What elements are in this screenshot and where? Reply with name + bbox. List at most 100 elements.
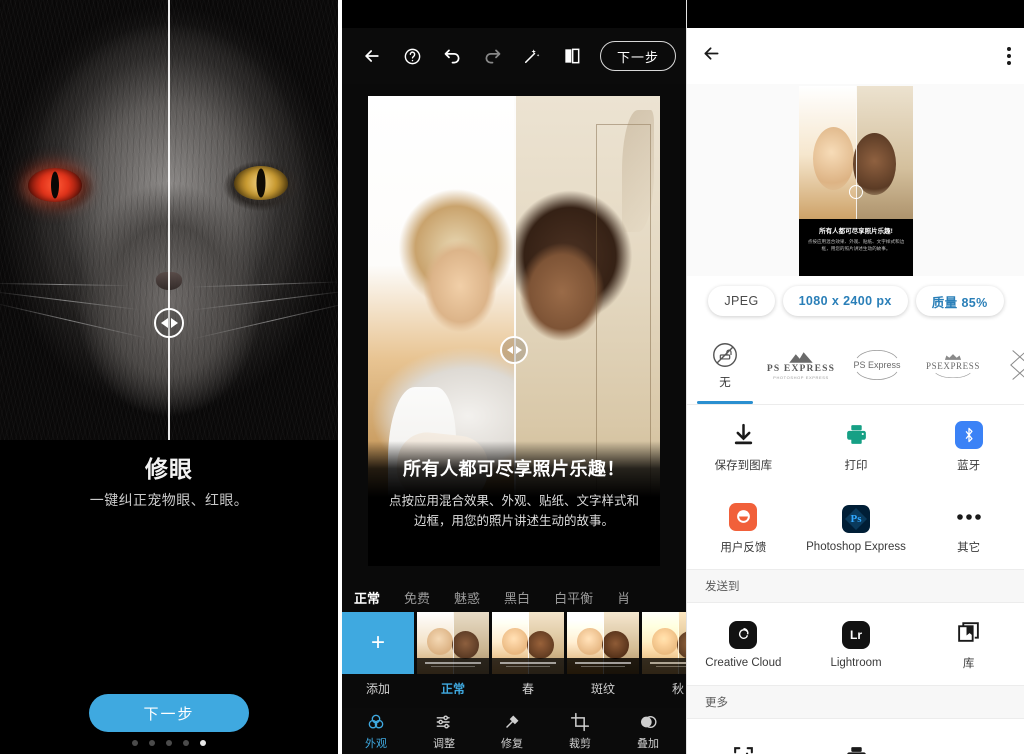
share-target-grid: 保存到图库 打印 蓝牙 用户反馈 Ps Photoshop Express 其它… — [687, 404, 1024, 754]
editor-bottom-nav: 外观 调整 修复 裁剪 叠加 文 — [342, 708, 686, 754]
right-arrow-icon — [515, 346, 522, 354]
nav-item-adjust[interactable]: 调整 — [410, 712, 478, 751]
preset-tile — [492, 612, 564, 674]
arc-badge-icon: PS Express — [853, 350, 901, 380]
share-save-to-gallery[interactable]: 保存到图库 — [687, 405, 800, 487]
panel-share: 所有人都可尽享照片乐趣! 点按应用混合效果、外观、贴纸、文字样式和边框，用您的照… — [686, 0, 1024, 754]
cat-before-after-image[interactable] — [0, 0, 338, 440]
more-other-target[interactable] — [912, 719, 1024, 754]
page-dot[interactable] — [166, 740, 172, 746]
tab-look-free[interactable]: 免费 — [404, 588, 446, 607]
preview-image — [799, 86, 913, 223]
thumbnail-label: 添加 — [365, 682, 390, 696]
more-print-target[interactable] — [800, 719, 913, 754]
status-bar — [342, 0, 686, 28]
watermark-option-none[interactable]: 无 — [687, 326, 763, 404]
editor-toolbar: 下一步 — [342, 28, 686, 84]
pupil — [51, 171, 59, 199]
preview-caption: 所有人都可尽享照片乐趣! 点按应用混合效果、外观、贴纸、文字样式和边框，用您的照… — [799, 219, 913, 276]
kebab-menu-icon[interactable] — [1007, 47, 1011, 65]
preset-tile — [642, 612, 686, 674]
share-row: 保存到图库 打印 蓝牙 — [687, 405, 1024, 487]
right-arrow-icon — [170, 318, 178, 328]
nav-item-heal[interactable]: 修复 — [478, 712, 546, 751]
chip-quality[interactable]: 质量 85% — [915, 286, 1004, 316]
watermark-label: PS EXPRESS — [766, 363, 836, 374]
send-to-label: Lightroom — [830, 656, 882, 669]
lightroom-icon: Lr — [841, 620, 871, 650]
printer-solid-icon — [841, 742, 871, 754]
compare-icon[interactable] — [552, 36, 592, 76]
undo-icon[interactable] — [432, 36, 472, 76]
look-thumbnail-strip: + 添加 正常 春 斑纹 秋 — [342, 612, 686, 700]
diamond-badge-icon: P S — [1007, 345, 1024, 385]
thumbnail-label: 斑纹 — [590, 682, 615, 696]
more-image-target[interactable] — [687, 719, 800, 754]
section-header-more: 更多 — [687, 685, 1024, 719]
share-other[interactable]: 其它 — [912, 487, 1024, 569]
send-to-row: Creative Cloud Lr Lightroom 库 — [687, 603, 1024, 685]
status-bar — [687, 0, 1024, 28]
watermark-option-ps-express-arc[interactable]: PS Express — [839, 326, 915, 404]
share-print[interactable]: 打印 — [800, 405, 913, 487]
screenshot-root: 修眼 一键纠正宠物眼、红眼。 下一步 下一步 所有人都可尽享照片乐趣！ 点按应用… — [0, 0, 1024, 754]
back-arrow-icon[interactable] — [701, 43, 722, 69]
thumbnail-preset[interactable]: 正常 — [417, 612, 489, 696]
preset-tile — [417, 612, 489, 674]
photo-before-after[interactable]: 所有人都可尽享照片乐趣！ 点按应用混合效果、外观、贴纸、文字样式和边框，用您的照… — [368, 96, 660, 566]
thumbnail-preset[interactable]: 秋 — [642, 612, 686, 696]
thumbnail-preset[interactable]: 春 — [492, 612, 564, 696]
next-button[interactable]: 下一步 — [600, 41, 676, 71]
export-preview: 所有人都可尽享照片乐趣! 点按应用混合效果、外观、贴纸、文字样式和边框，用您的照… — [687, 84, 1024, 276]
page-indicator — [0, 740, 338, 746]
page-dot[interactable] — [183, 740, 189, 746]
share-bluetooth[interactable]: 蓝牙 — [912, 405, 1024, 487]
download-icon — [728, 420, 758, 450]
send-to-library[interactable]: 库 — [912, 603, 1024, 685]
before-after-handle[interactable] — [500, 336, 528, 364]
send-to-lightroom[interactable]: Lr Lightroom — [800, 603, 913, 685]
share-label: 用户反馈 — [720, 541, 767, 554]
tab-look-normal[interactable]: 正常 — [354, 588, 396, 607]
share-user-feedback[interactable]: 用户反馈 — [687, 487, 800, 569]
magic-wand-icon[interactable] — [512, 36, 552, 76]
library-icon — [954, 618, 984, 648]
cat-red-eye — [28, 168, 82, 202]
plus-icon: + — [370, 629, 385, 656]
before-after-handle[interactable] — [154, 308, 184, 338]
caption-body: 点按应用混合效果、外观、贴纸、文字样式和边框，用您的照片讲述生动的故事。 — [388, 493, 639, 529]
page-dot-active[interactable] — [200, 740, 206, 746]
redo-icon[interactable] — [472, 36, 512, 76]
page-dot[interactable] — [149, 740, 155, 746]
thumbnail-preset[interactable]: 斑纹 — [567, 612, 639, 696]
thumbnail-add[interactable]: + 添加 — [342, 612, 414, 696]
tab-look-bw[interactable]: 黑白 — [504, 588, 546, 607]
share-photoshop-express[interactable]: Ps Photoshop Express — [800, 487, 913, 569]
question-circle-icon[interactable] — [392, 36, 432, 76]
tab-look-portrait[interactable]: 肖 — [617, 588, 646, 607]
preview-card[interactable]: 所有人都可尽享照片乐趣! 点按应用混合效果、外观、贴纸、文字样式和边框，用您的照… — [799, 86, 913, 276]
watermark-option-ps-express-crown[interactable]: PSEXPRESS — [915, 326, 991, 404]
pupil — [256, 168, 266, 198]
watermark-label: PS Express — [853, 360, 901, 370]
watermark-option-ps-express-mountain[interactable]: PS EXPRESS PHOTOSHOP EXPRESS — [763, 326, 839, 404]
preview-caption-body: 点按应用混合效果、外观、贴纸、文字样式和边框，用您的照片讲述生动的故事。 — [807, 239, 905, 252]
crown-badge-icon: PSEXPRESS — [926, 353, 980, 378]
nav-item-overlay[interactable]: 叠加 — [614, 712, 682, 751]
next-button[interactable]: 下一步 — [89, 694, 249, 732]
nav-item-looks[interactable]: 外观 — [342, 712, 410, 751]
panel-onboarding: 修眼 一键纠正宠物眼、红眼。 下一步 — [0, 0, 338, 754]
left-arrow-icon — [506, 346, 513, 354]
tab-look-whitebalance[interactable]: 白平衡 — [554, 588, 609, 607]
share-label: 蓝牙 — [957, 459, 981, 472]
page-dot[interactable] — [132, 740, 138, 746]
send-to-creative-cloud[interactable]: Creative Cloud — [687, 603, 800, 685]
tab-look-charm[interactable]: 魅惑 — [454, 588, 496, 607]
watermark-option-ps-diamond[interactable]: P S — [991, 326, 1024, 404]
nav-item-crop[interactable]: 裁剪 — [546, 712, 614, 751]
chip-dimensions[interactable]: 1080 x 2400 px — [782, 286, 908, 316]
chip-format[interactable]: JPEG — [708, 286, 775, 316]
back-arrow-icon[interactable] — [352, 36, 392, 76]
nav-label: 叠加 — [637, 737, 659, 750]
send-to-label: 库 — [962, 657, 975, 670]
